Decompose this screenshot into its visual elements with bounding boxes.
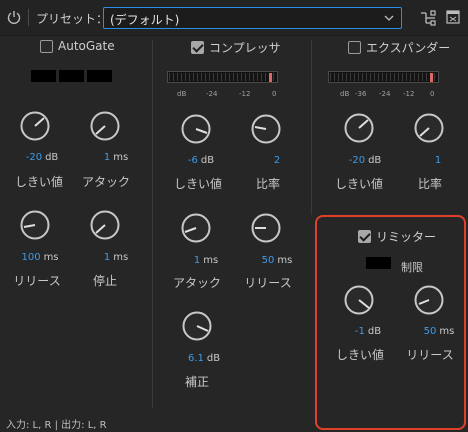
autogate-release-label: リリース: [13, 274, 61, 288]
top-toolbar: プリセット： (デフォルト): [0, 0, 468, 36]
autogate-hold-knob[interactable]: [90, 210, 120, 240]
autogate-header[interactable]: AutoGate: [40, 39, 115, 53]
chevron-down-icon: [384, 15, 394, 21]
meter-scale-label: -36: [355, 90, 367, 98]
expander-checkbox[interactable]: [348, 41, 361, 54]
column-divider: [311, 40, 312, 215]
compressor-makeup-knob[interactable]: [182, 311, 212, 341]
meter-scale-label: dB: [340, 90, 350, 98]
preset-value: (デフォルト): [110, 13, 180, 27]
autogate-title: AutoGate: [58, 39, 115, 53]
autogate-checkbox[interactable]: [40, 39, 53, 53]
meter-scale-label: 0: [430, 90, 435, 98]
compressor-checkbox[interactable]: [191, 41, 204, 54]
compressor-makeup-label: 補正: [184, 375, 209, 389]
expander-ratio-label: 比率: [417, 177, 442, 191]
compressor-ratio-knob[interactable]: [251, 114, 281, 144]
meter-ticks: [330, 73, 437, 81]
compressor-ratio-label: 比率: [255, 177, 280, 191]
limiter-release-label: リリース: [406, 348, 454, 362]
meter-peak: [269, 73, 272, 82]
autogate-threshold-label: しきい値: [14, 175, 63, 189]
compressor-release-knob[interactable]: [251, 213, 281, 243]
limiter-checkbox[interactable]: [358, 230, 371, 243]
autogate-attack-knob[interactable]: [90, 111, 120, 141]
limiter-header[interactable]: リミッター: [358, 228, 436, 245]
compressor-meter: [167, 71, 278, 83]
compressor-release-value[interactable]: 50 ms: [254, 255, 300, 266]
compressor-threshold-value[interactable]: -6 dB: [181, 155, 221, 166]
autogate-attack-label: アタック: [81, 175, 130, 189]
autogate-hold-label: 停止: [92, 274, 117, 288]
gate-indicator: [87, 70, 112, 82]
expander-title: エクスパンダー: [366, 41, 451, 55]
expander-threshold-knob[interactable]: [344, 113, 374, 143]
panel-icon[interactable]: [446, 10, 460, 24]
limiter-reduction-label: 制限: [401, 261, 423, 274]
compressor-threshold-knob[interactable]: [181, 114, 211, 144]
autogate-threshold-knob[interactable]: [20, 111, 50, 141]
meter-scale-label: -24: [206, 90, 218, 98]
routing-icon[interactable]: [420, 10, 436, 26]
compressor-attack-value[interactable]: 1 ms: [186, 255, 226, 266]
gate-indicator: [59, 70, 84, 82]
io-status: 入力: L, R | 出力: L, R: [6, 420, 107, 431]
limiter-highlight: [315, 215, 466, 430]
toolbar-divider: [28, 9, 29, 26]
limiter-threshold-knob[interactable]: [344, 285, 374, 315]
autogate-attack-value[interactable]: 1 ms: [96, 152, 136, 163]
preset-label: プリセット：: [36, 12, 109, 26]
compressor-makeup-value[interactable]: 6.1 dB: [184, 353, 224, 364]
compressor-title: コンプレッサ: [209, 41, 281, 55]
expander-header[interactable]: エクスパンダー: [348, 39, 450, 56]
column-divider: [152, 40, 153, 408]
autogate-release-value[interactable]: 100 ms: [20, 252, 60, 263]
autogate-hold-value[interactable]: 1 ms: [96, 252, 136, 263]
limiter-title: リミッター: [376, 230, 437, 244]
gate-indicator: [31, 70, 56, 82]
compressor-ratio-value[interactable]: 2: [257, 155, 297, 166]
expander-ratio-knob[interactable]: [414, 113, 444, 143]
limiter-threshold-value[interactable]: -1 dB: [348, 326, 388, 337]
limiter-release-value[interactable]: 50 ms: [416, 326, 462, 337]
expander-threshold-label: しきい値: [334, 177, 383, 191]
expander-threshold-value[interactable]: -20 dB: [345, 155, 385, 166]
expander-ratio-value[interactable]: 1: [418, 155, 458, 166]
power-icon[interactable]: [6, 9, 22, 25]
limiter-release-knob[interactable]: [414, 285, 444, 315]
meter-scale-label: -12: [239, 90, 251, 98]
autogate-threshold-value[interactable]: -20 dB: [22, 152, 62, 163]
compressor-attack-knob[interactable]: [181, 213, 211, 243]
compressor-threshold-label: しきい値: [173, 177, 222, 191]
autogate-release-knob[interactable]: [20, 210, 50, 240]
meter-peak: [430, 73, 433, 82]
meter-ticks: [169, 73, 276, 81]
limiter-reduction-indicator: [366, 257, 391, 269]
meter-scale-label: -12: [403, 90, 415, 98]
compressor-release-label: リリース: [244, 276, 292, 290]
compressor-header[interactable]: コンプレッサ: [191, 39, 281, 56]
compressor-attack-label: アタック: [172, 276, 221, 290]
meter-scale-label: dB: [177, 90, 187, 98]
meter-scale-label: 0: [272, 90, 277, 98]
meter-scale-label: -24: [379, 90, 391, 98]
expander-meter: [328, 71, 439, 83]
preset-dropdown[interactable]: (デフォルト): [103, 7, 402, 29]
limiter-threshold-label: しきい値: [335, 348, 384, 362]
